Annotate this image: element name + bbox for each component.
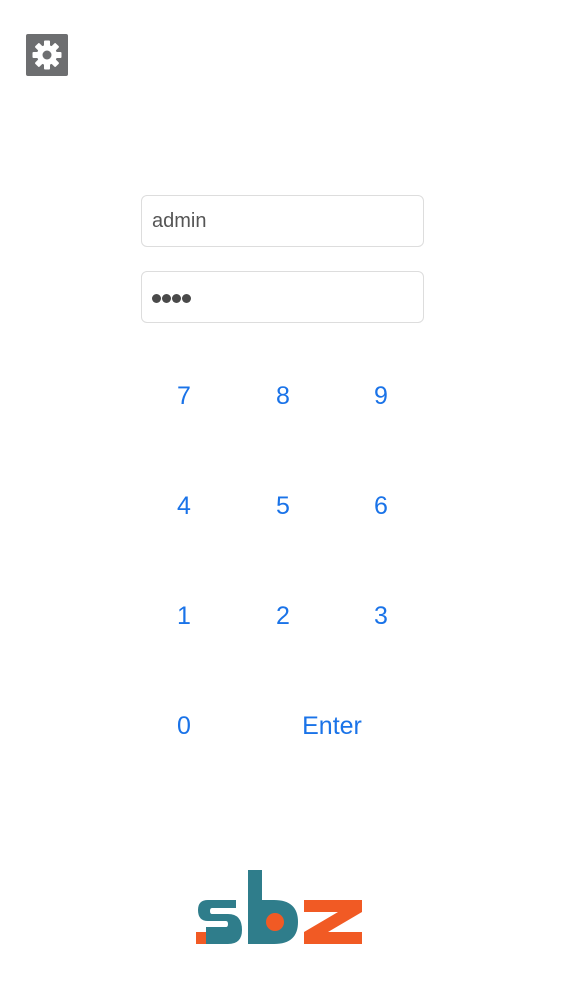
password-mask xyxy=(152,286,192,309)
settings-button[interactable] xyxy=(26,34,68,76)
sbz-logo xyxy=(196,870,362,944)
keypad-key-1[interactable]: 1 xyxy=(144,586,224,646)
enter-button[interactable]: Enter xyxy=(262,696,402,756)
keypad-key-7[interactable]: 7 xyxy=(144,366,224,426)
username-field[interactable]: admin xyxy=(141,195,424,247)
keypad-key-3[interactable]: 3 xyxy=(341,586,421,646)
password-dot xyxy=(152,293,161,303)
keypad-key-8[interactable]: 8 xyxy=(243,366,323,426)
keypad-key-5[interactable]: 5 xyxy=(243,476,323,536)
keypad-key-2[interactable]: 2 xyxy=(243,586,323,646)
username-value: admin xyxy=(152,209,207,232)
password-dot xyxy=(172,293,181,303)
keypad-key-6[interactable]: 6 xyxy=(341,476,421,536)
password-field[interactable] xyxy=(141,271,424,323)
keypad-key-9[interactable]: 9 xyxy=(341,366,421,426)
password-dot xyxy=(162,293,171,303)
keypad-key-4[interactable]: 4 xyxy=(144,476,224,536)
login-screen: admin 7 8 9 4 5 6 1 2 3 0 Enter xyxy=(0,0,563,1000)
keypad-key-0[interactable]: 0 xyxy=(144,696,224,756)
gear-icon xyxy=(32,40,62,70)
password-dot xyxy=(182,293,191,303)
